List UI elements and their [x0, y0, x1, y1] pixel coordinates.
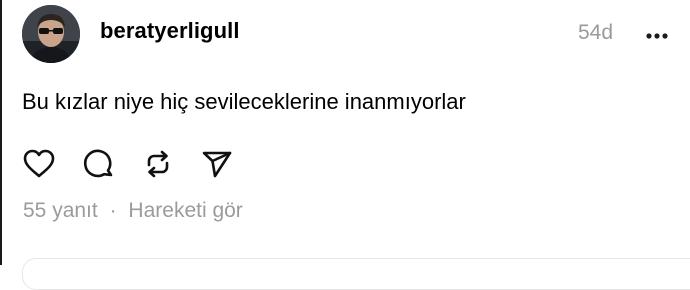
next-post-card [22, 258, 690, 290]
username[interactable]: beratyerligull [100, 18, 240, 44]
post-text: Bu kızlar niye hiç sevileceklerine inanm… [22, 89, 466, 114]
comment-button[interactable] [82, 147, 116, 181]
heart-icon [23, 149, 55, 178]
reply-count[interactable]: 55 yanıt [23, 199, 98, 222]
left-edge-divider [0, 0, 2, 265]
post-meta: 55 yanıt · Hareketi gör [23, 199, 243, 223]
like-button[interactable] [22, 147, 56, 181]
send-icon [202, 151, 232, 178]
meta-separator: · [109, 199, 117, 222]
view-activity-link[interactable]: Hareketi gör [128, 199, 242, 222]
post-timestamp: 54d [578, 21, 614, 44]
repost-button[interactable] [141, 147, 175, 181]
more-horizontal-icon[interactable] [644, 26, 672, 46]
comment-icon [83, 149, 113, 178]
avatar[interactable] [22, 5, 80, 63]
share-button[interactable] [200, 147, 234, 181]
repost-icon [147, 150, 169, 178]
